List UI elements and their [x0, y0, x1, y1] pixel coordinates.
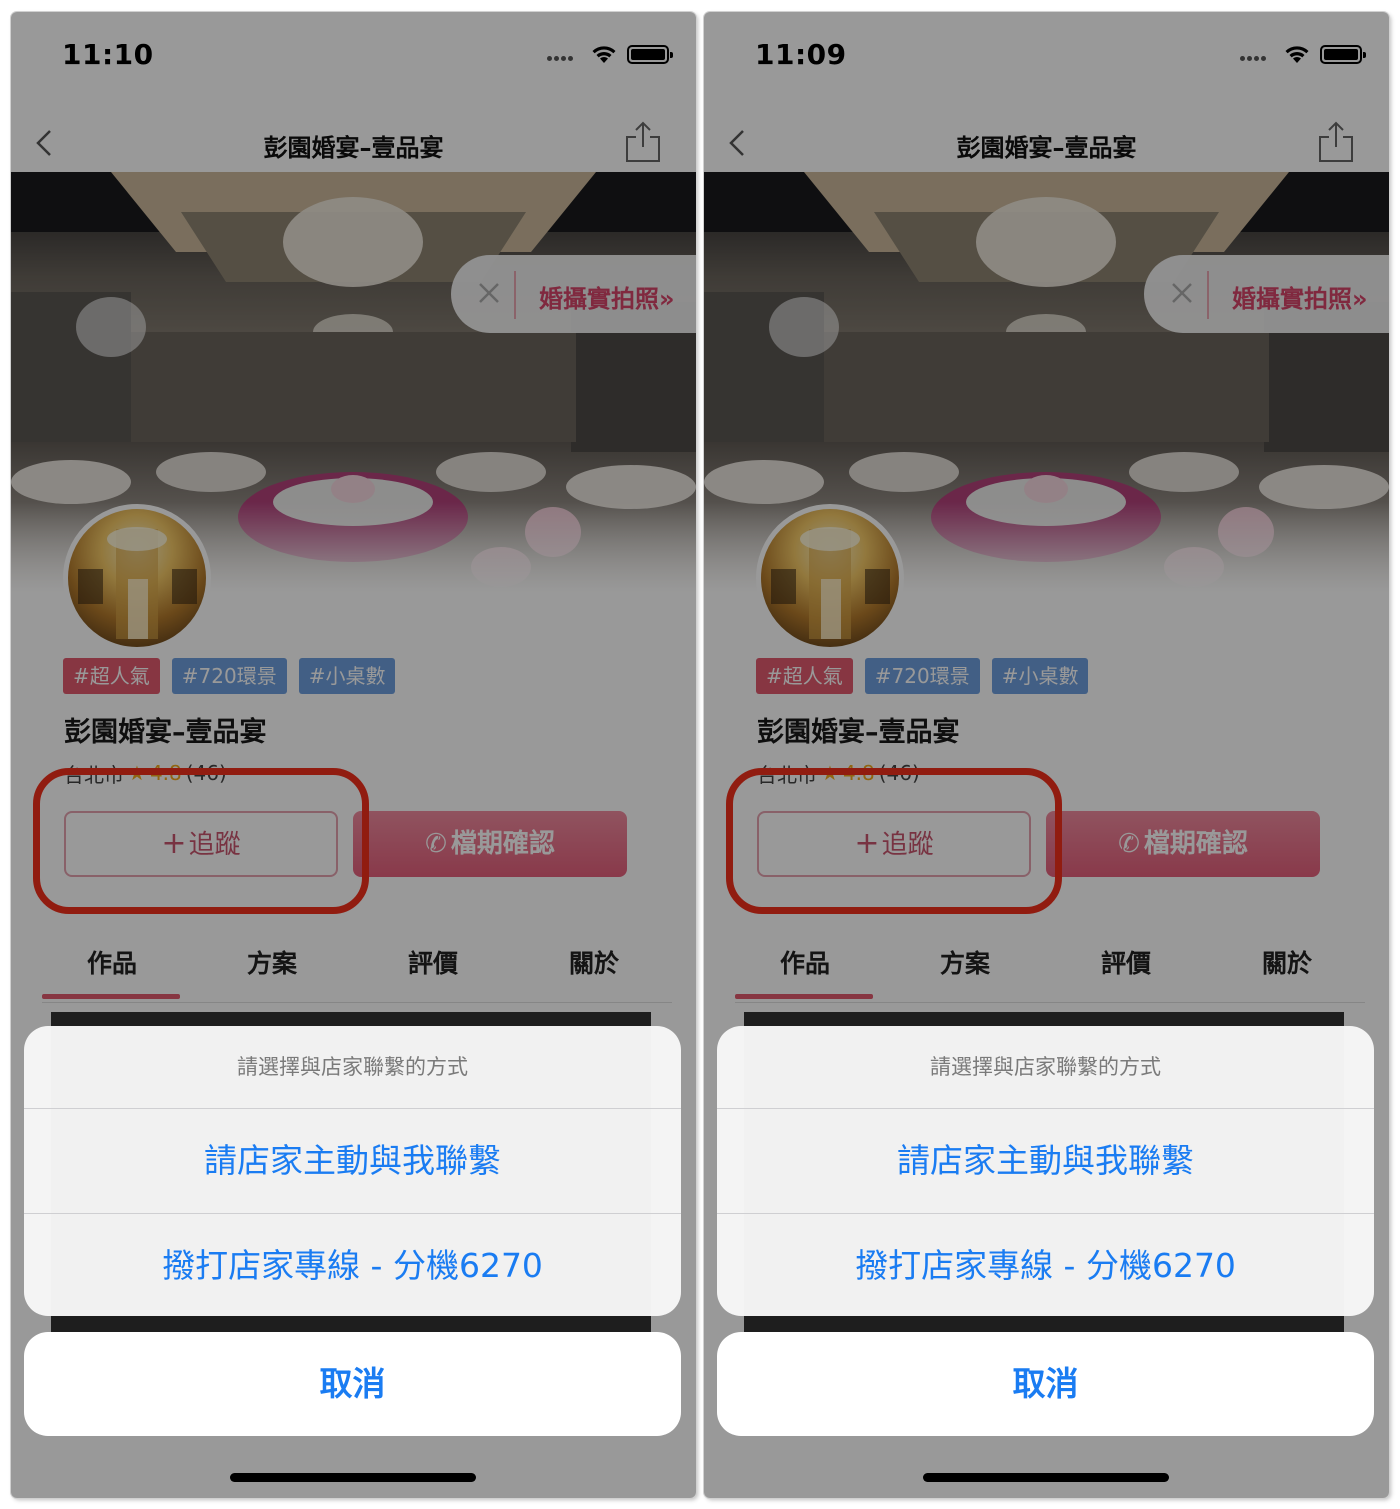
call-hotline-option[interactable]: 撥打店家專線 - 分機6270 [717, 1214, 1374, 1316]
phone-screen-right: 11:09 彭園婚宴–壹品宴 婚攝實拍照» #超人氣 #720環景 #小桌數 彭… [704, 12, 1389, 1498]
contact-me-option[interactable]: 請店家主動與我聯繫 [24, 1109, 681, 1213]
contact-me-option[interactable]: 請店家主動與我聯繫 [717, 1109, 1374, 1213]
home-indicator[interactable] [230, 1473, 476, 1482]
home-indicator[interactable] [923, 1473, 1169, 1482]
action-sheet-title: 請選擇與店家聯繫的方式 [237, 1055, 468, 1079]
cancel-button[interactable]: 取消 [717, 1332, 1374, 1436]
phone-screen-left: 11:10 彭園婚宴–壹品宴 婚攝實拍照» #超人氣 #720環景 #小桌數 彭… [11, 12, 696, 1498]
contact-action-sheet: 請選擇與店家聯繫的方式 請店家主動與我聯繫 撥打店家專線 - 分機6270 [24, 1026, 681, 1316]
call-hotline-option[interactable]: 撥打店家專線 - 分機6270 [24, 1214, 681, 1316]
cancel-button[interactable]: 取消 [24, 1332, 681, 1436]
action-sheet-title: 請選擇與店家聯繫的方式 [930, 1055, 1161, 1079]
contact-action-sheet: 請選擇與店家聯繫的方式 請店家主動與我聯繫 撥打店家專線 - 分機6270 [717, 1026, 1374, 1316]
